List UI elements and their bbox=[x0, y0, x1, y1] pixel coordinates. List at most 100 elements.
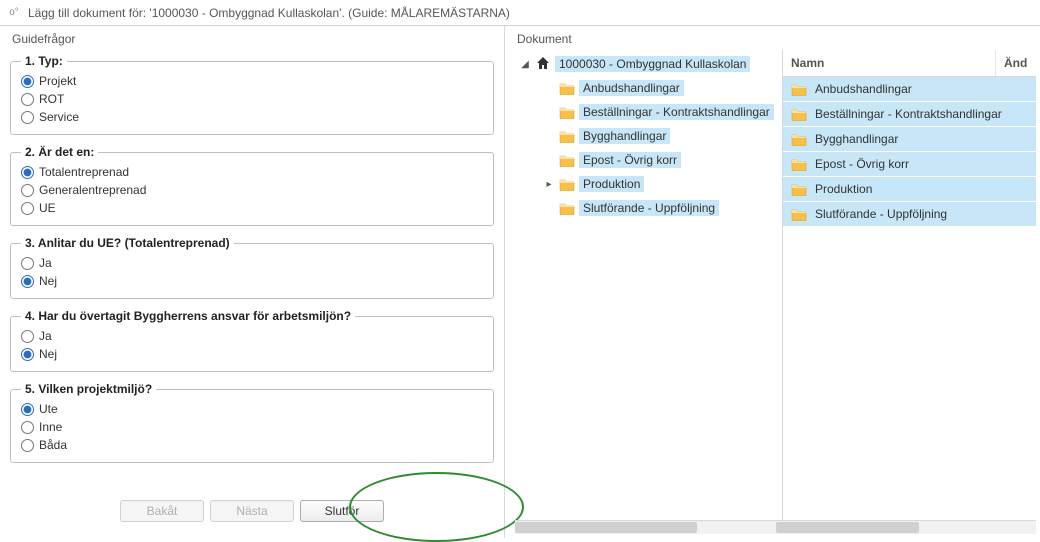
tree-item-label[interactable]: Bygghandlingar bbox=[579, 128, 670, 144]
tree-item-label[interactable]: Produktion bbox=[579, 176, 644, 192]
question-legend: 3. Anlitar du UE? (Totalentreprenad) bbox=[21, 236, 234, 250]
list-item-name: Slutförande - Uppföljning bbox=[815, 207, 1036, 221]
tree-root-label[interactable]: 1000030 - Ombyggnad Kullaskolan bbox=[555, 56, 750, 72]
tree-item-label[interactable]: Epost - Övrig korr bbox=[579, 152, 681, 168]
tree-item-label[interactable]: Beställningar - Kontraktshandlingar bbox=[579, 104, 774, 120]
tree-item[interactable]: Slutförande - Uppföljning bbox=[515, 196, 782, 220]
question-3: 3. Anlitar du UE? (Totalentreprenad) JaNe… bbox=[10, 236, 494, 299]
list-item-name: Bygghandlingar bbox=[815, 132, 1036, 146]
tree-item-label[interactable]: Anbudshandlingar bbox=[579, 80, 684, 96]
radio-input[interactable] bbox=[21, 75, 34, 88]
radio-input[interactable] bbox=[21, 275, 34, 288]
tree-item-label[interactable]: Slutförande - Uppföljning bbox=[579, 200, 719, 216]
folder-icon bbox=[791, 207, 807, 221]
folder-icon bbox=[559, 153, 575, 167]
list-item[interactable]: Slutförande - Uppföljning bbox=[783, 202, 1036, 227]
question-5: 5. Vilken projektmiljö? UteInneBåda bbox=[10, 382, 494, 463]
radio-input[interactable] bbox=[21, 93, 34, 106]
question-legend: 4. Har du övertagit Byggherrens ansvar f… bbox=[21, 309, 355, 323]
guide-panel: Guidefrågor 1. Typ: ProjektROTService 2. Ä… bbox=[0, 26, 505, 538]
list-item-name: Produktion bbox=[815, 182, 1036, 196]
radio-input[interactable] bbox=[21, 202, 34, 215]
radio-option[interactable]: Inne bbox=[21, 418, 483, 436]
wizard-buttons: Bakåt Nästa Slutför bbox=[0, 500, 504, 522]
radio-input[interactable] bbox=[21, 184, 34, 197]
column-name[interactable]: Namn bbox=[783, 50, 996, 76]
radio-input[interactable] bbox=[21, 257, 34, 270]
list-item[interactable]: Beställningar - Kontraktshandlingar bbox=[783, 102, 1036, 127]
radio-label: Generalentreprenad bbox=[39, 181, 146, 199]
window-title: Lägg till dokument för: '1000030 - Ombyg… bbox=[28, 6, 510, 20]
expander-icon[interactable] bbox=[543, 82, 555, 94]
list-item[interactable]: Anbudshandlingar bbox=[783, 77, 1036, 102]
radio-input[interactable] bbox=[21, 166, 34, 179]
folder-icon bbox=[559, 105, 575, 119]
radio-option[interactable]: ROT bbox=[21, 90, 483, 108]
next-button[interactable]: Nästa bbox=[210, 500, 294, 522]
back-button[interactable]: Bakåt bbox=[120, 500, 204, 522]
radio-label: Nej bbox=[39, 272, 57, 290]
question-legend: 2. Är det en: bbox=[21, 145, 98, 159]
radio-option[interactable]: Ja bbox=[21, 254, 483, 272]
question-legend: 1. Typ: bbox=[21, 54, 67, 68]
question-2: 2. Är det en: TotalentreprenadGeneralentr… bbox=[10, 145, 494, 226]
radio-label: Ja bbox=[39, 327, 52, 345]
folder-icon bbox=[559, 201, 575, 215]
question-legend: 5. Vilken projektmiljö? bbox=[21, 382, 156, 396]
list-item-name: Anbudshandlingar bbox=[815, 82, 1036, 96]
folder-tree[interactable]: ◢ 1000030 - Ombyggnad Kullaskolan Anbuds… bbox=[515, 50, 783, 520]
radio-label: Projekt bbox=[39, 72, 76, 90]
radio-input[interactable] bbox=[21, 111, 34, 124]
radio-input[interactable] bbox=[21, 348, 34, 361]
radio-option[interactable]: Nej bbox=[21, 345, 483, 363]
expander-icon[interactable] bbox=[543, 130, 555, 142]
column-modified[interactable]: Änd bbox=[996, 50, 1036, 76]
radio-input[interactable] bbox=[21, 330, 34, 343]
folder-icon bbox=[791, 132, 807, 146]
list-item[interactable]: Epost - Övrig korr bbox=[783, 152, 1036, 177]
tree-item[interactable]: Beställningar - Kontraktshandlingar bbox=[515, 100, 782, 124]
radio-option[interactable]: Ute bbox=[21, 400, 483, 418]
tree-item[interactable]: Anbudshandlingar bbox=[515, 76, 782, 100]
expander-icon[interactable] bbox=[543, 202, 555, 214]
expander-icon[interactable]: ◢ bbox=[519, 58, 531, 70]
radio-option[interactable]: Projekt bbox=[21, 72, 483, 90]
radio-option[interactable]: Totalentreprenad bbox=[21, 163, 483, 181]
expander-icon[interactable] bbox=[543, 154, 555, 166]
tree-item[interactable]: Epost - Övrig korr bbox=[515, 148, 782, 172]
radio-label: Ja bbox=[39, 254, 52, 272]
radio-label: Ute bbox=[39, 400, 58, 418]
radio-input[interactable] bbox=[21, 421, 34, 434]
tree-root[interactable]: ◢ 1000030 - Ombyggnad Kullaskolan bbox=[515, 52, 782, 76]
list-item[interactable]: Produktion bbox=[783, 177, 1036, 202]
documents-heading: Dokument bbox=[515, 32, 1036, 46]
radio-option[interactable]: Nej bbox=[21, 272, 483, 290]
list-item-name: Epost - Övrig korr bbox=[815, 157, 1036, 171]
documents-panel: Dokument ◢ 1000030 - Ombyggnad Kullaskol… bbox=[505, 26, 1040, 538]
tree-scrollbar[interactable] bbox=[515, 520, 776, 534]
tree-item[interactable]: Bygghandlingar bbox=[515, 124, 782, 148]
radio-label: Båda bbox=[39, 436, 67, 454]
radio-option[interactable]: Ja bbox=[21, 327, 483, 345]
finish-button[interactable]: Slutför bbox=[300, 500, 384, 522]
folder-list: Namn Änd Anbudshandlingar Beställningar -… bbox=[783, 50, 1036, 520]
folder-icon bbox=[791, 182, 807, 196]
radio-input[interactable] bbox=[21, 403, 34, 416]
list-item[interactable]: Bygghandlingar bbox=[783, 127, 1036, 152]
expander-icon[interactable]: ▸ bbox=[543, 178, 555, 190]
folder-icon bbox=[791, 157, 807, 171]
radio-option[interactable]: Båda bbox=[21, 436, 483, 454]
expander-icon[interactable] bbox=[543, 106, 555, 118]
folder-icon bbox=[559, 81, 575, 95]
home-icon bbox=[535, 55, 551, 74]
radio-option[interactable]: Service bbox=[21, 108, 483, 126]
radio-option[interactable]: Generalentreprenad bbox=[21, 181, 483, 199]
list-scrollbar[interactable] bbox=[776, 520, 1037, 534]
radio-input[interactable] bbox=[21, 439, 34, 452]
tree-item[interactable]: ▸ Produktion bbox=[515, 172, 782, 196]
radio-label: Service bbox=[39, 108, 79, 126]
question-1: 1. Typ: ProjektROTService bbox=[10, 54, 494, 135]
radio-option[interactable]: UE bbox=[21, 199, 483, 217]
title-bar: o° Lägg till dokument för: '1000030 - Om… bbox=[0, 0, 1040, 26]
guide-heading: Guidefrågor bbox=[10, 32, 494, 46]
